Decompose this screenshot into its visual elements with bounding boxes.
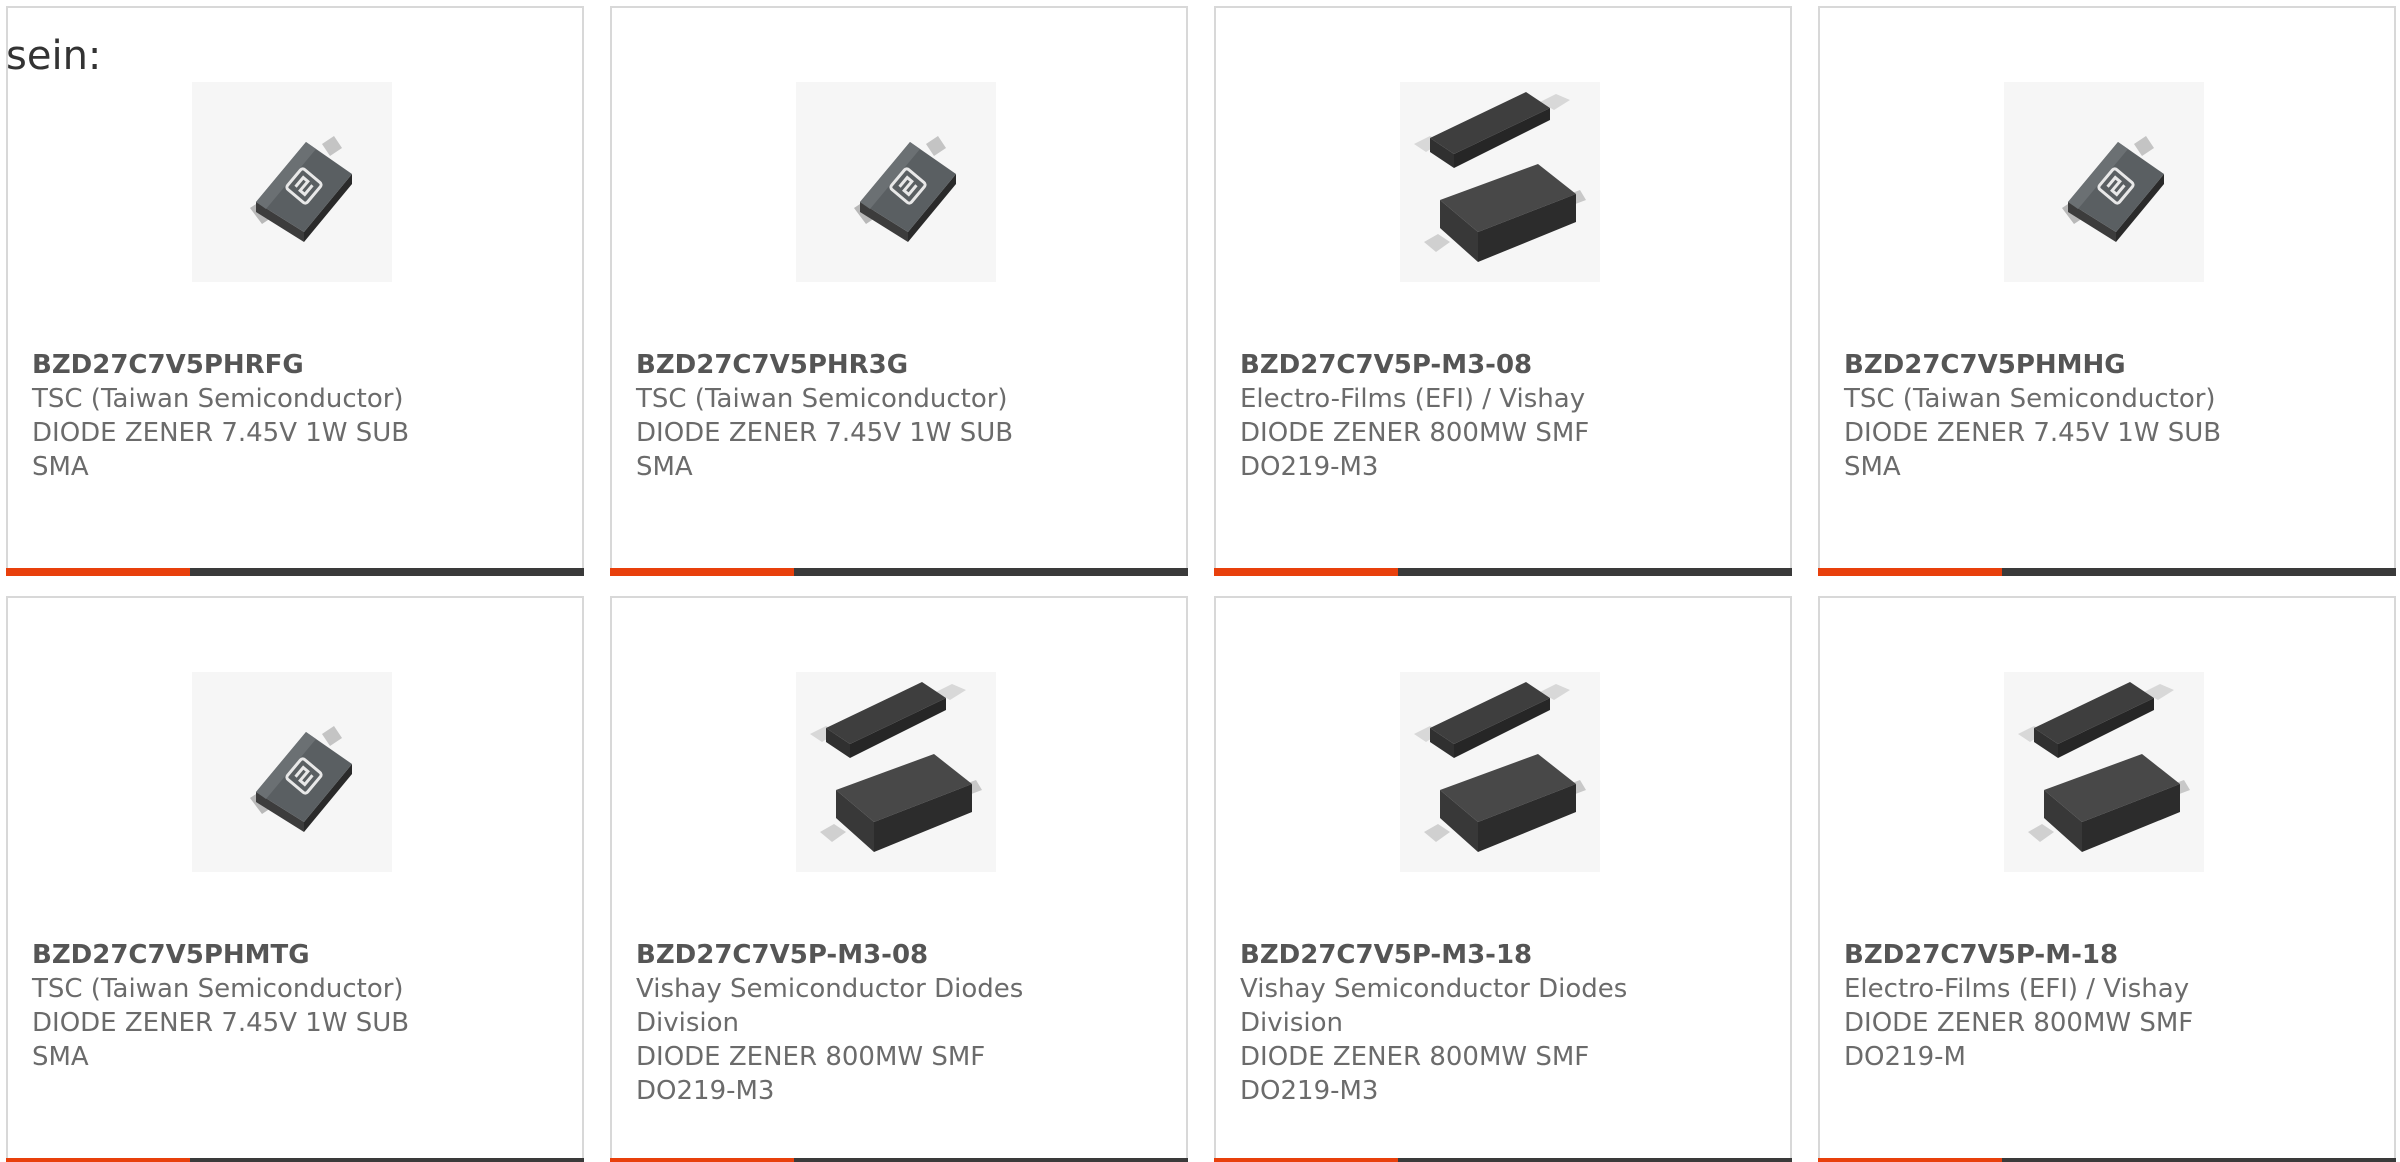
description-line: DO219-M3 [1240, 1076, 1379, 1106]
description-line: DIODE ZENER 7.45V 1W SUB [636, 418, 1014, 448]
product-card[interactable]: BZD27C7V5PHMTG TSC (Taiwan Semiconductor… [6, 596, 584, 1162]
card-accent [1214, 568, 1398, 576]
part-number[interactable]: BZD27C7V5PHMHG [1844, 348, 2264, 382]
product-info: BZD27C7V5PHMTG TSC (Taiwan Semiconductor… [32, 938, 452, 1074]
part-number[interactable]: BZD27C7V5PHRFG [32, 348, 452, 382]
sma-diode-package-icon [192, 672, 392, 872]
card-footer-bar [6, 568, 584, 576]
product-card[interactable]: BZD27C7V5P-M3-08 Vishay Semiconductor Di… [610, 596, 1188, 1162]
description-line: SMA [32, 452, 89, 482]
product-grid-page: sein: BZD27C7V5PHRFG TSC (Taiwan Semicon… [0, 0, 2400, 1162]
description-line: DIODE ZENER 800MW SMF [1240, 1042, 1590, 1072]
product-card[interactable]: BZD27C7V5P-M3-18 Vishay Semiconductor Di… [1214, 596, 1792, 1162]
smf-diode-package-icon [796, 672, 996, 872]
manufacturer: Electro-Films (EFI) / Vishay [1844, 974, 2190, 1004]
card-accent [6, 1158, 190, 1162]
card-footer-bar [1818, 568, 2396, 576]
product-info: BZD27C7V5P-M3-08 Electro-Films (EFI) / V… [1240, 348, 1660, 484]
card-accent [610, 1158, 794, 1162]
manufacturer: Vishay Semiconductor Diodes Division [1240, 974, 1628, 1038]
description-line: DO219-M [1844, 1042, 1966, 1072]
card-footer-bar [1818, 1158, 2396, 1162]
description-line: SMA [636, 452, 693, 482]
product-info: BZD27C7V5PHMHG TSC (Taiwan Semiconductor… [1844, 348, 2264, 484]
description-line: DIODE ZENER 800MW SMF [636, 1042, 986, 1072]
card-footer-bar [6, 1158, 584, 1162]
description-line: DO219-M3 [636, 1076, 775, 1106]
description-line: SMA [1844, 452, 1901, 482]
part-number[interactable]: BZD27C7V5P-M3-08 [1240, 348, 1660, 382]
part-number[interactable]: BZD27C7V5P-M3-18 [1240, 938, 1660, 972]
product-card[interactable]: BZD27C7V5P-M3-08 Electro-Films (EFI) / V… [1214, 6, 1792, 576]
description-line: DIODE ZENER 7.45V 1W SUB [32, 1008, 410, 1038]
description-line: DO219-M3 [1240, 452, 1379, 482]
product-card[interactable]: BZD27C7V5P-M-18 Electro-Films (EFI) / Vi… [1818, 596, 2396, 1162]
product-info: BZD27C7V5P-M3-18 Vishay Semiconductor Di… [1240, 938, 1660, 1108]
part-number[interactable]: BZD27C7V5P-M3-08 [636, 938, 1056, 972]
description-line: SMA [32, 1042, 89, 1072]
card-accent [1818, 1158, 2002, 1162]
product-info: BZD27C7V5PHRFG TSC (Taiwan Semiconductor… [32, 348, 452, 484]
product-info: BZD27C7V5P-M3-08 Vishay Semiconductor Di… [636, 938, 1056, 1108]
card-accent [610, 568, 794, 576]
sma-diode-package-icon [796, 82, 996, 282]
description-line: DIODE ZENER 800MW SMF [1240, 418, 1590, 448]
product-card[interactable]: BZD27C7V5PHRFG TSC (Taiwan Semiconductor… [6, 6, 584, 576]
manufacturer: Vishay Semiconductor Diodes Division [636, 974, 1024, 1038]
card-accent [1214, 1158, 1398, 1162]
card-footer-bar [1214, 1158, 1792, 1162]
part-number[interactable]: BZD27C7V5PHR3G [636, 348, 1056, 382]
card-accent [6, 568, 190, 576]
manufacturer: TSC (Taiwan Semiconductor) [636, 384, 1008, 414]
product-info: BZD27C7V5PHR3G TSC (Taiwan Semiconductor… [636, 348, 1056, 484]
product-card[interactable]: BZD27C7V5PHR3G TSC (Taiwan Semiconductor… [610, 6, 1188, 576]
sma-diode-package-icon [192, 82, 392, 282]
smf-diode-package-icon [1400, 672, 1600, 872]
manufacturer: Electro-Films (EFI) / Vishay [1240, 384, 1586, 414]
smf-diode-package-icon [1400, 82, 1600, 282]
sma-diode-package-icon [2004, 82, 2204, 282]
card-accent [1818, 568, 2002, 576]
part-number[interactable]: BZD27C7V5PHMTG [32, 938, 452, 972]
intro-text: sein: [6, 33, 102, 79]
description-line: DIODE ZENER 7.45V 1W SUB [32, 418, 410, 448]
manufacturer: TSC (Taiwan Semiconductor) [1844, 384, 2216, 414]
manufacturer: TSC (Taiwan Semiconductor) [32, 974, 404, 1004]
smf-diode-package-icon [2004, 672, 2204, 872]
part-number[interactable]: BZD27C7V5P-M-18 [1844, 938, 2264, 972]
product-info: BZD27C7V5P-M-18 Electro-Films (EFI) / Vi… [1844, 938, 2264, 1074]
card-footer-bar [610, 568, 1188, 576]
manufacturer: TSC (Taiwan Semiconductor) [32, 384, 404, 414]
card-footer-bar [610, 1158, 1188, 1162]
card-footer-bar [1214, 568, 1792, 576]
description-line: DIODE ZENER 7.45V 1W SUB [1844, 418, 2222, 448]
description-line: DIODE ZENER 800MW SMF [1844, 1008, 2194, 1038]
product-card[interactable]: BZD27C7V5PHMHG TSC (Taiwan Semiconductor… [1818, 6, 2396, 576]
